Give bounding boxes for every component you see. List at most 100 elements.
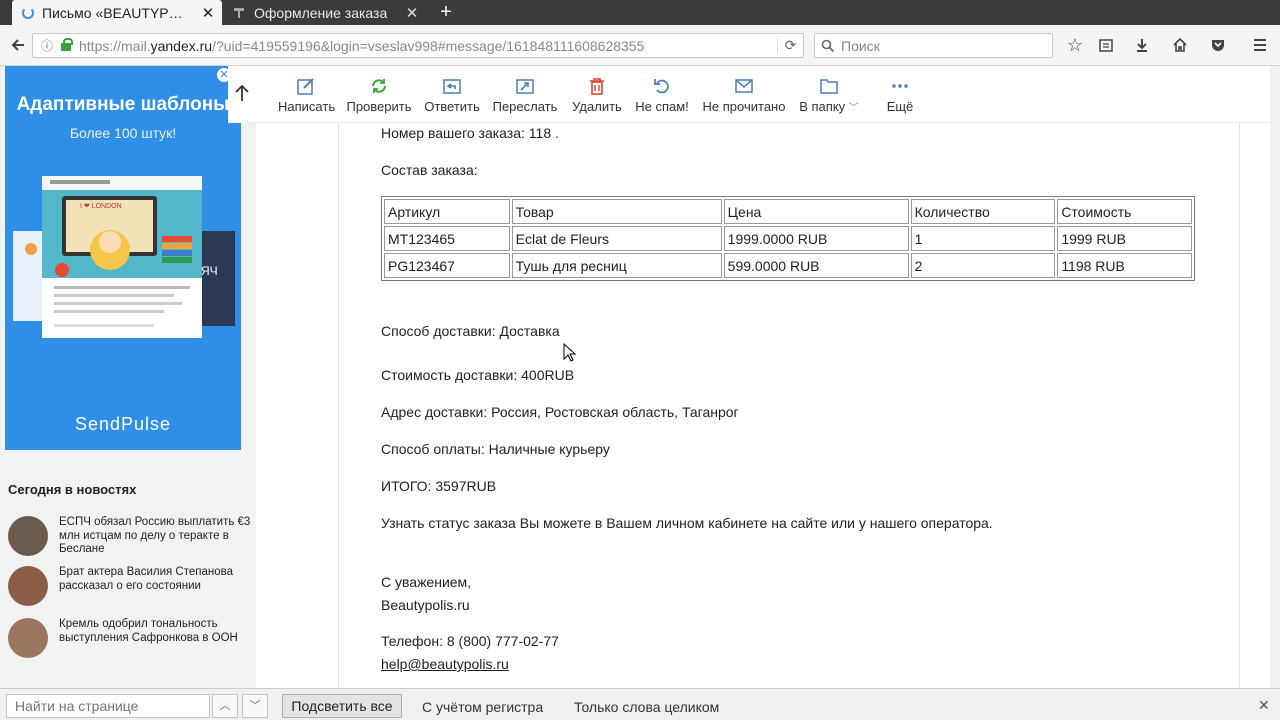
news-item[interactable]: Кремль одобрил тональность выступления С… <box>8 618 253 658</box>
vertical-scrollbar[interactable] <box>1270 66 1280 688</box>
ad-subtitle: Более 100 штук! <box>69 125 177 141</box>
regards-text: С уважением, <box>381 574 472 590</box>
signature-text: Beautypolis.ru <box>381 597 470 613</box>
payment-method: Способ оплаты: Наличные курьеру <box>381 441 610 457</box>
tab-title: Письмо «BEAUTYP… <box>42 4 183 21</box>
table-cell: PG123467 <box>384 253 510 278</box>
tab-title: Оформление заказа <box>254 4 388 21</box>
news-item-text: ЕСПЧ обязал Россию выплатить €3 млн истц… <box>59 516 251 555</box>
table-cell: MT123465 <box>384 226 510 251</box>
bookmark-star-icon[interactable]: ☆ <box>1063 33 1087 57</box>
lock-icon <box>61 37 73 51</box>
reading-list-icon[interactable] <box>1094 33 1118 57</box>
search-icon <box>821 39 835 52</box>
delete-button[interactable]: Удалить <box>570 76 624 116</box>
envelope-icon <box>735 79 753 93</box>
order-number: Номер вашего заказа: 118 . <box>381 125 559 141</box>
hamburger-menu-icon[interactable] <box>1248 33 1272 57</box>
find-bar: ︿ ﹀ Подсветить все С учётом регистра Тол… <box>0 688 1280 720</box>
table-header-cell: Товар <box>511 199 722 224</box>
refresh-icon <box>372 79 386 93</box>
news-item[interactable]: Брат актера Василия Степанова рассказал … <box>8 566 253 606</box>
not-spam-button[interactable]: Не спам! <box>634 76 690 116</box>
find-input[interactable] <box>6 694 210 718</box>
delivery-address: Адрес доставки: Россия, Ростовская облас… <box>381 404 739 420</box>
table-cell: Eclat de Fleurs <box>511 226 722 251</box>
info-icon[interactable]: ⓘ <box>41 37 57 54</box>
table-cell: 1999 RUB <box>1057 226 1192 251</box>
check-mail-button[interactable]: Проверить <box>346 76 412 116</box>
email-link-wrapper: help@beautypolis.ru <box>381 656 509 672</box>
table-header-cell: Артикул <box>384 199 510 224</box>
pencil-icon <box>297 78 314 95</box>
highlight-all-button[interactable]: Подсветить все <box>282 694 402 718</box>
mail-toolbar: Написать Проверить Ответить Переслать Уд… <box>228 66 1270 123</box>
trash-icon <box>590 78 604 95</box>
new-tab-plus-icon[interactable]: + <box>432 0 460 25</box>
news-heading: Сегодня в новостях <box>8 482 137 497</box>
news-item[interactable]: ЕСПЧ обязал Россию выплатить €3 млн истц… <box>8 516 253 557</box>
move-to-folder-button[interactable]: В папку ﹀ <box>796 76 862 116</box>
table-cell: Тушь для ресниц <box>511 253 722 278</box>
email-link[interactable]: help@beautypolis.ru <box>381 656 509 672</box>
delivery-cost: Стоимость доставки: 400RUB <box>381 367 575 383</box>
table-row: MT123465 Eclat de Fleurs 1999.0000 RUB 1… <box>384 226 1192 251</box>
table-header-row: Артикул Товар Цена Количество Стоимость <box>384 199 1192 224</box>
table-row: PG123467 Тушь для ресниц 599.0000 RUB 2 … <box>384 253 1192 278</box>
tab-order[interactable]: Оформление заказа ✕ <box>226 0 426 25</box>
phone-text: Телефон: 8 (800) 777-02-77 <box>381 633 559 649</box>
close-find-bar-icon[interactable]: ✕ <box>1258 697 1270 714</box>
more-button[interactable]: Ещё <box>880 76 920 116</box>
order-total: ИТОГО: 3597RUB <box>381 478 497 494</box>
undo-icon <box>654 79 669 94</box>
left-sidebar: ✕ Адаптивные шаблоны Более 100 штук! ЯЧ … <box>0 66 256 688</box>
ad-title: Адаптивные шаблоны <box>16 94 230 115</box>
find-next-button[interactable]: ﹀ <box>242 694 268 718</box>
navigation-bar: ⓘ https://mail.yandex.ru/?uid=419559196&… <box>0 25 1280 66</box>
ad-brand-logo: SendPulse <box>74 414 172 434</box>
table-cell: 599.0000 RUB <box>723 253 909 278</box>
whole-words-option[interactable]: Только слова целиком <box>574 699 719 715</box>
back-arrow-icon[interactable] <box>6 33 30 57</box>
pocket-icon[interactable] <box>1206 33 1230 57</box>
compose-button[interactable]: Написать <box>278 76 335 116</box>
order-composition-label: Состав заказа: <box>381 162 478 178</box>
close-tab-icon[interactable]: ✕ <box>404 4 420 22</box>
table-header-cell: Стоимость <box>1057 199 1192 224</box>
mouse-cursor-icon <box>563 343 577 362</box>
find-previous-button[interactable]: ︿ <box>212 694 238 718</box>
table-header-cell: Количество <box>910 199 1056 224</box>
search-input[interactable]: Поиск <box>814 33 1053 58</box>
reload-icon[interactable]: ⟳ <box>777 37 803 54</box>
svg-text:I ❤ LONDON: I ❤ LONDON <box>80 203 122 210</box>
reply-button[interactable]: Ответить <box>423 76 481 116</box>
news-thumbnail <box>8 566 48 606</box>
folder-icon <box>820 79 838 94</box>
delivery-method: Способ доставки: Доставка <box>381 323 560 339</box>
download-arrow-icon[interactable] <box>1130 33 1154 57</box>
svg-text:ЯЧ: ЯЧ <box>201 264 218 278</box>
news-item-text: Кремль одобрил тональность выступления С… <box>59 618 238 644</box>
forward-button[interactable]: Переслать <box>491 76 559 116</box>
back-to-list-arrow-icon[interactable] <box>234 84 250 107</box>
chevron-down-icon: ﹀ <box>848 103 859 114</box>
address-bar[interactable]: ⓘ https://mail.yandex.ru/?uid=419559196&… <box>32 33 804 58</box>
advertisement-banner[interactable]: ✕ Адаптивные шаблоны Более 100 штук! ЯЧ … <box>5 66 241 450</box>
close-tab-icon[interactable]: ✕ <box>200 4 216 22</box>
home-icon[interactable] <box>1168 33 1192 57</box>
loading-spinner-icon <box>22 6 34 19</box>
order-status-note: Узнать статус заказа Вы можете в Вашем л… <box>381 515 993 531</box>
forward-icon <box>516 79 534 94</box>
order-table: Артикул Товар Цена Количество Стоимость … <box>381 196 1195 281</box>
tab-bar: Письмо «BEAUTYP… ✕ Оформление заказа ✕ + <box>0 0 1280 25</box>
site-favicon-icon <box>232 6 246 20</box>
table-cell: 2 <box>910 253 1056 278</box>
table-cell: 1999.0000 RUB <box>723 226 909 251</box>
tab-mail[interactable]: Письмо «BEAUTYP… ✕ <box>12 0 222 25</box>
mark-unread-button[interactable]: Не прочитано <box>702 76 786 116</box>
email-template-preview: I ❤ LONDON <box>42 176 202 338</box>
match-case-option[interactable]: С учётом регистра <box>422 699 543 715</box>
reply-icon <box>443 79 461 94</box>
decorative-card-illustration <box>13 231 43 321</box>
news-item-text: Брат актера Василия Степанова рассказал … <box>59 566 234 592</box>
